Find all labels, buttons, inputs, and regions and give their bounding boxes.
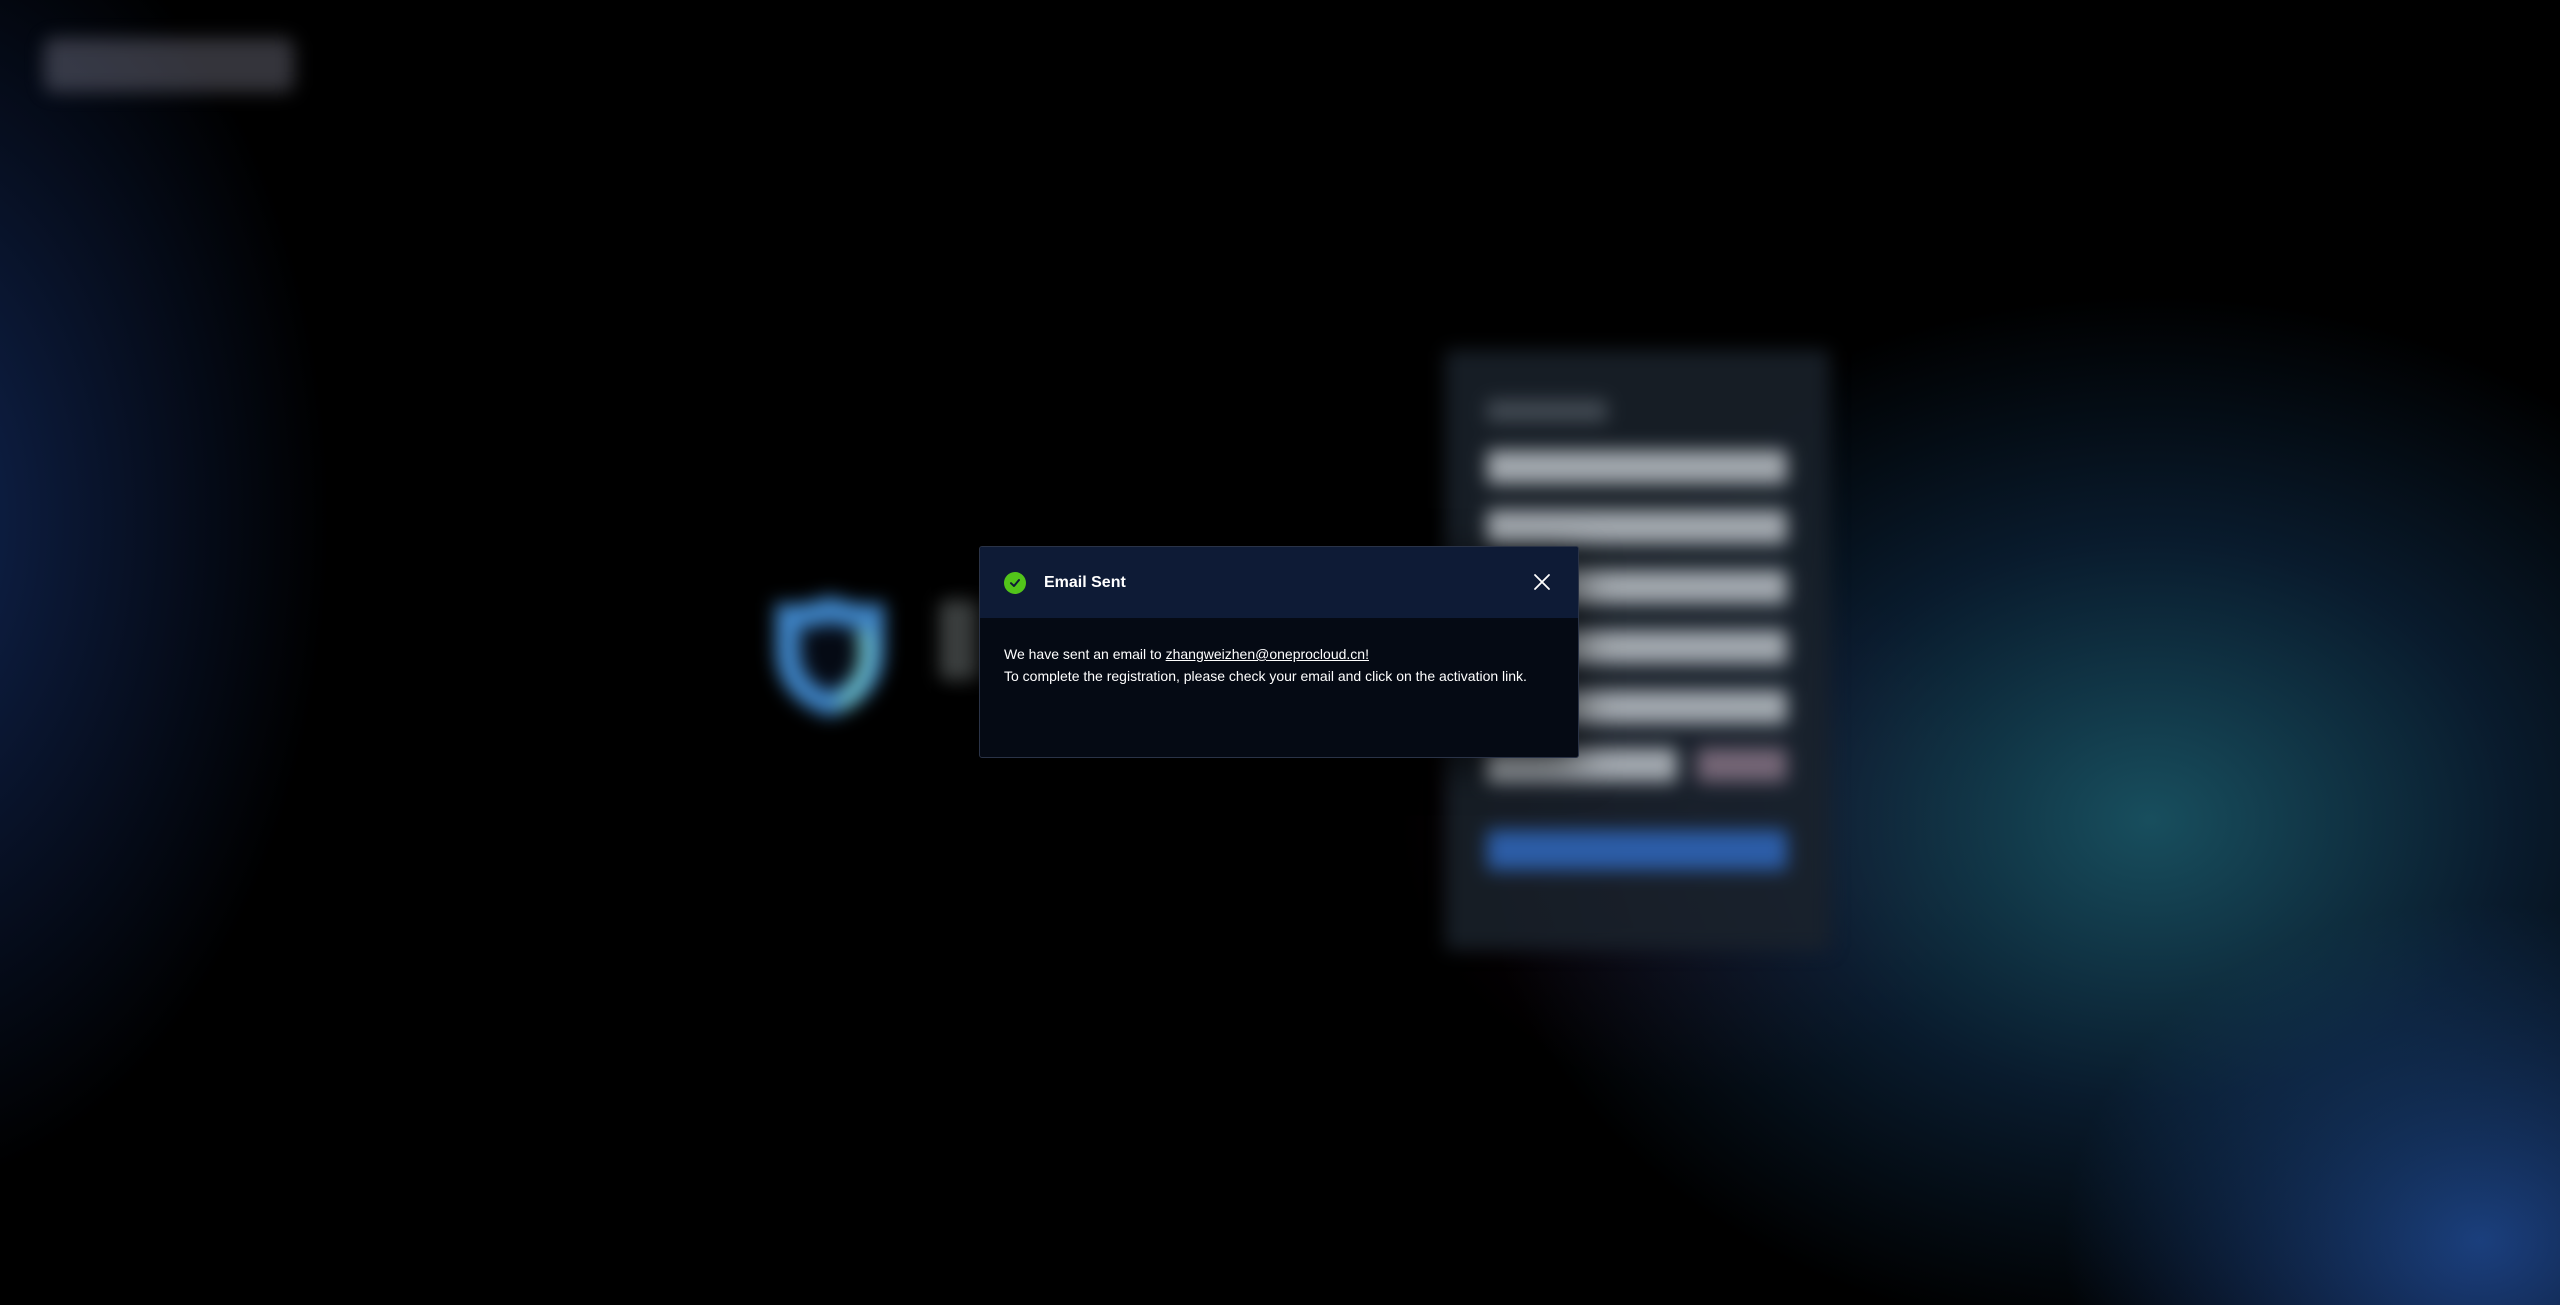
card-title [1487, 400, 1607, 422]
dialog-title: Email Sent [1044, 573, 1126, 591]
email-sent-dialog: Email Sent We have sent an email to zhan… [979, 546, 1579, 758]
app-logo [44, 38, 294, 92]
register-button [1487, 830, 1787, 870]
captcha-image [1697, 748, 1787, 782]
message-line-2: To complete the registration, please che… [1004, 668, 1527, 684]
dialog-body: We have sent an email to zhangweizhen@on… [980, 618, 1578, 687]
check-circle-icon [1004, 571, 1026, 594]
close-button[interactable] [1532, 572, 1552, 592]
close-icon[interactable] [1533, 573, 1551, 591]
message-line-1: We have sent an email to zhangweizhen@on… [1004, 643, 1554, 665]
brand-name [940, 600, 980, 680]
dialog-header: Email Sent [980, 547, 1578, 618]
shield-icon [776, 596, 884, 716]
message-prefix: We have sent an email to [1004, 646, 1166, 662]
email-field [1487, 510, 1787, 544]
username-field [1487, 450, 1787, 484]
email-link[interactable]: zhangweizhen@oneprocloud.cn! [1166, 646, 1369, 662]
